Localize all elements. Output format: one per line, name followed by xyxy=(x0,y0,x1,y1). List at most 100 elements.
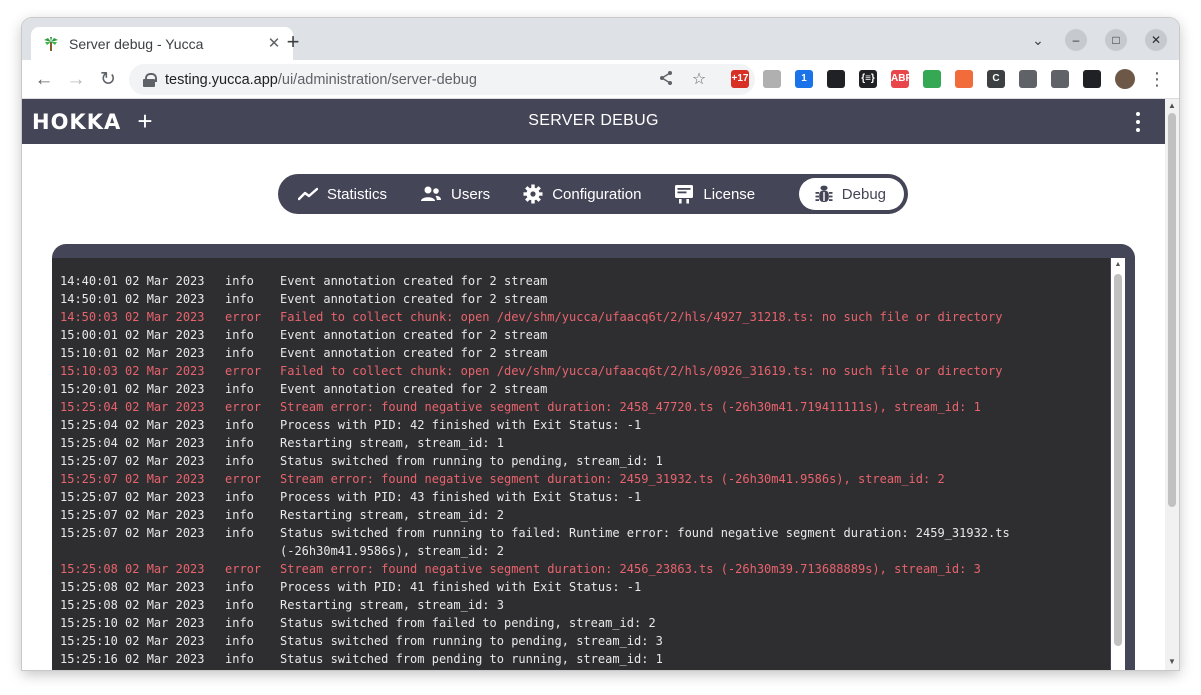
log-level: info xyxy=(225,526,254,540)
log-entry: 15:25:08 02 Mar 2023 info Restarting strea… xyxy=(60,596,1100,614)
log-entry: 15:25:07 02 Mar 2023 info Process with PID… xyxy=(60,488,1100,506)
log-timestamp: 15:25:07 02 Mar 2023 xyxy=(60,508,205,522)
share-icon[interactable] xyxy=(656,70,676,90)
log-level: info xyxy=(225,328,254,342)
minimize-button[interactable]: – xyxy=(1065,29,1087,51)
app-page: HOKKA + SERVER DEBUG Statistics Users Co… xyxy=(22,99,1165,670)
close-window-button[interactable]: ✕ xyxy=(1145,29,1167,51)
adblock-extension-icon[interactable]: ABP xyxy=(891,70,912,88)
chart-line-icon xyxy=(298,187,318,201)
certificate-icon xyxy=(675,185,694,204)
log-message: Status switched from failed to pending, … xyxy=(280,616,656,630)
c-extension-icon[interactable]: C xyxy=(987,70,1005,88)
log-timestamp: 14:40:01 02 Mar 2023 xyxy=(60,274,205,288)
calendar-extension-icon[interactable]: +17 xyxy=(731,70,749,88)
tab-debug[interactable]: Debug xyxy=(798,178,904,210)
reload-icon[interactable]: ↻ xyxy=(95,67,121,93)
kebab-menu-icon[interactable] xyxy=(1130,111,1146,133)
tab-license-label: License xyxy=(703,185,756,203)
users-icon xyxy=(421,186,442,201)
log-entry: 15:00:01 02 Mar 2023 info Event annotation… xyxy=(60,326,1100,344)
log-message: Stream error: found negative segment dur… xyxy=(280,400,981,414)
log-message: Event annotation created for 2 stream xyxy=(280,328,548,342)
log-scroll-thumb[interactable] xyxy=(1114,274,1122,646)
log-level: info xyxy=(225,598,254,612)
log-message: Event annotation created for 2 stream xyxy=(280,346,548,360)
page-scrollbar[interactable]: ▲ ▼ xyxy=(1165,99,1179,670)
log-timestamp: 15:25:16 02 Mar 2023 xyxy=(60,652,205,666)
log-entry: 15:25:16 02 Mar 2023 info Status switched … xyxy=(60,650,1100,668)
log-timestamp: 15:25:20 02 Mar 2023 xyxy=(60,668,225,670)
log-entry: 15:10:01 02 Mar 2023 info Event annotation… xyxy=(60,344,1100,362)
tab-configuration[interactable]: Configuration xyxy=(523,178,641,210)
browser-menu-icon[interactable]: ⋮ xyxy=(1144,67,1170,93)
log-level: info xyxy=(225,490,254,504)
log-entry: 15:25:20 02 Mar 2023infoStatus switched … xyxy=(60,668,1100,670)
log-scrollbar[interactable]: ▲ xyxy=(1111,258,1125,670)
maximize-button[interactable]: □ xyxy=(1105,29,1127,51)
log-message: Restarting stream, stream_id: 3 xyxy=(280,598,504,612)
log-message: Event annotation created for 2 stream xyxy=(280,382,548,396)
log-timestamp: 15:20:01 02 Mar 2023 xyxy=(60,382,205,396)
log-timestamp: 15:10:01 02 Mar 2023 xyxy=(60,346,205,360)
log-level: info xyxy=(225,508,254,522)
log-level: info xyxy=(225,454,254,468)
tab-statistics[interactable]: Statistics xyxy=(298,178,387,210)
log-level: error xyxy=(225,400,262,414)
forward-arrow-icon[interactable]: → xyxy=(63,67,89,93)
log-timestamp: 15:25:07 02 Mar 2023 xyxy=(60,454,205,468)
log-entry: 15:25:04 02 Mar 2023 error Stream error: f… xyxy=(60,398,1100,416)
log-message: Status switched from running to failed: … xyxy=(280,526,1010,558)
new-tab-button[interactable]: + xyxy=(280,30,306,56)
browser-window: Server debug - Yucca ✕ + ⌄ – □ ✕ ← → ↻ t… xyxy=(22,18,1179,670)
lock-icon[interactable] xyxy=(143,72,157,87)
log-level: info xyxy=(225,436,254,450)
log-message: Process with PID: 41 finished with Exit … xyxy=(280,580,642,594)
log-scroll-up-icon[interactable]: ▲ xyxy=(1111,260,1125,270)
url-path: /ui/administration/server-debug xyxy=(277,71,477,88)
puzzle-extension-icon[interactable] xyxy=(1019,70,1037,88)
tab-users[interactable]: Users xyxy=(420,178,490,210)
tab-statistics-label: Statistics xyxy=(327,185,388,203)
log-message: Status switched from running to pending,… xyxy=(280,634,663,648)
log-level: info xyxy=(225,580,254,594)
page-scroll-up-icon[interactable]: ▲ xyxy=(1165,100,1179,112)
log-message: Process with PID: 42 finished with Exit … xyxy=(280,418,642,432)
back-arrow-icon[interactable]: ← xyxy=(31,67,57,93)
log-entry: 14:40:01 02 Mar 2023 info Event annotation… xyxy=(60,272,1100,290)
log-timestamp: 15:25:10 02 Mar 2023 xyxy=(60,634,205,648)
page-scroll-down-icon[interactable]: ▼ xyxy=(1165,656,1179,668)
profile-avatar[interactable] xyxy=(1115,69,1135,89)
cat-extension-icon[interactable] xyxy=(763,70,781,88)
log-entry: 15:20:01 02 Mar 2023 info Event annotation… xyxy=(60,380,1100,398)
log-timestamp: 15:10:03 02 Mar 2023 xyxy=(60,364,205,378)
gnome-extension-icon[interactable] xyxy=(827,70,845,88)
log-timestamp: 14:50:01 02 Mar 2023 xyxy=(60,292,205,306)
log-entry: 15:25:07 02 Mar 2023 info Status switched … xyxy=(60,452,1100,470)
media-control-icon[interactable] xyxy=(1051,70,1069,88)
log-message: Failed to collect chunk: open /dev/shm/y… xyxy=(280,364,1003,378)
password-manager-extension-icon[interactable]: 1 xyxy=(795,70,813,88)
color-wheel-extension-icon[interactable] xyxy=(923,70,941,88)
log-entry: 15:25:07 02 Mar 2023 info Restarting strea… xyxy=(60,506,1100,524)
tab-search-chevron-icon[interactable]: ⌄ xyxy=(1029,30,1047,50)
lighthouse-extension-icon[interactable] xyxy=(955,70,973,88)
side-panel-icon[interactable] xyxy=(1083,70,1101,88)
log-timestamp: 15:25:04 02 Mar 2023 xyxy=(60,418,205,432)
log-level: info xyxy=(225,616,254,630)
log-timestamp: 15:25:07 02 Mar 2023 xyxy=(60,472,205,486)
tab-configuration-label: Configuration xyxy=(552,185,642,203)
log-message: Failed to collect chunk: open /dev/shm/y… xyxy=(280,310,1003,324)
json-extension-icon[interactable]: {≡} xyxy=(859,70,877,88)
log-level: info xyxy=(225,668,280,670)
page-scroll-thumb[interactable] xyxy=(1168,113,1176,507)
log-output[interactable]: 14:40:01 02 Mar 2023 info Event annotation… xyxy=(52,258,1110,670)
log-message: Event annotation created for 2 stream xyxy=(280,274,548,288)
log-entry: 15:25:10 02 Mar 2023 info Status switched … xyxy=(60,614,1100,632)
log-entry: 15:25:04 02 Mar 2023 info Restarting strea… xyxy=(60,434,1100,452)
tab-license[interactable]: License xyxy=(674,178,755,210)
browser-tab[interactable]: Server debug - Yucca ✕ xyxy=(31,27,293,60)
bookmark-star-icon[interactable]: ☆ xyxy=(689,70,709,90)
address-bar[interactable]: testing.yucca.app/ui/administration/serv… xyxy=(129,64,755,95)
log-lines: 14:40:01 02 Mar 2023 info Event annotation… xyxy=(60,272,1100,670)
